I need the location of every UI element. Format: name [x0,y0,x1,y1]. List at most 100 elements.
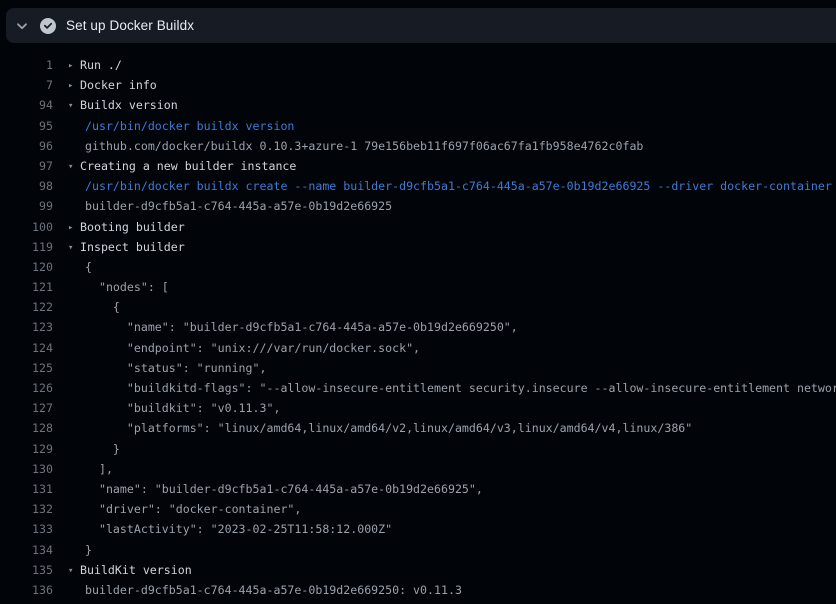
line-number[interactable]: 129 [0,439,53,459]
log-output-line: "lastActivity": "2023-02-25T11:58:12.000… [85,519,392,539]
log-output-line: "status": "running", [85,358,266,378]
log-command-line: /usr/bin/docker buildx version [85,116,294,136]
line-number[interactable]: 119 [0,237,53,257]
group-title: Docker info [80,78,157,92]
group-header-collapsed[interactable]: ▸Docker info [68,75,157,96]
line-number[interactable]: 120 [0,257,53,277]
log-output-line: builder-d9cfb5a1-c764-445a-a57e-0b19d2e6… [85,580,462,600]
log-row[interactable]: 7 ▸Docker info [0,75,836,95]
group-title: Creating a new builder instance [80,159,296,173]
log-output-line: { [85,257,92,277]
log-row: 128 "platforms": "linux/amd64,linux/amd6… [0,418,836,438]
log-output-line: "endpoint": "unix:///var/run/docker.sock… [85,338,420,358]
log-row[interactable]: 100 ▸Booting builder [0,217,836,237]
log-output-line: "buildkit": "v0.11.3", [85,398,280,418]
line-number[interactable]: 122 [0,297,53,317]
log-output-line: "name": "builder-d9cfb5a1-c764-445a-a57e… [85,479,483,499]
group-title: Run ./ [80,58,122,72]
group-header-expanded[interactable]: ▾BuildKit version [68,560,192,581]
group-title: Inspect builder [80,240,185,254]
log-row: 134} [0,540,836,560]
log-row[interactable]: 1 ▸Run ./ [0,55,836,75]
step-header[interactable]: Set up Docker Buildx [6,8,836,43]
group-header-expanded[interactable]: ▾Creating a new builder instance [68,156,296,177]
check-circle-icon [40,18,56,34]
line-number[interactable]: 136 [0,580,53,600]
group-header-expanded[interactable]: ▾Buildx version [68,95,178,116]
log-output-line: github.com/docker/buildx 0.10.3+azure-1 … [85,136,643,156]
log-row: 126 "buildkitd-flags": "--allow-insecure… [0,378,836,398]
log-output-line: "name": "builder-d9cfb5a1-c764-445a-a57e… [85,317,518,337]
log-row: 96 github.com/docker/buildx 0.10.3+azure-… [0,136,836,156]
line-number[interactable]: 131 [0,479,53,499]
line-number[interactable]: 124 [0,338,53,358]
line-number[interactable]: 123 [0,317,53,337]
line-number[interactable]: 7 [0,75,53,95]
log-row: 121 "nodes": [ [0,277,836,297]
group-title: Buildx version [80,98,178,112]
line-number[interactable]: 135 [0,560,53,580]
log-row[interactable]: 119 ▾Inspect builder [0,237,836,257]
group-title: Booting builder [80,220,185,234]
log-output-line: ], [85,459,113,479]
log-row: 129 } [0,439,836,459]
line-number[interactable]: 134 [0,540,53,560]
line-number[interactable]: 1 [0,55,53,75]
log-row: 125 "status": "running", [0,358,836,378]
log-output-line: "platforms": "linux/amd64,linux/amd64/v2… [85,418,692,438]
line-number[interactable]: 98 [0,176,53,196]
line-number[interactable]: 126 [0,378,53,398]
line-number[interactable]: 121 [0,277,53,297]
actions-log-viewer: Set up Docker Buildx 1▸Run ./7▸Docker in… [0,0,836,604]
line-number[interactable]: 99 [0,196,53,216]
log-output-line: "driver": "docker-container", [85,499,301,519]
log-row: 127 "buildkit": "v0.11.3", [0,398,836,418]
log-row: 95/usr/bin/docker buildx version [0,116,836,136]
log-row: 132 "driver": "docker-container", [0,499,836,519]
line-number[interactable]: 96 [0,136,53,156]
log-output-line: "nodes": [ [85,277,169,297]
log-row: 99 builder-d9cfb5a1-c764-445a-a57e-0b19d2… [0,196,836,216]
log-row[interactable]: 94 ▾Buildx version [0,95,836,115]
line-number[interactable]: 100 [0,217,53,237]
group-header-collapsed[interactable]: ▸Booting builder [68,217,185,238]
group-title: BuildKit version [80,563,192,577]
log-output-line: builder-d9cfb5a1-c764-445a-a57e-0b19d2e6… [85,196,392,216]
log-row: 98/usr/bin/docker buildx create --name b… [0,176,836,196]
log-output-line: } [85,439,120,459]
line-number[interactable]: 133 [0,519,53,539]
log-row: 133 "lastActivity": "2023-02-25T11:58:12… [0,519,836,539]
log-row[interactable]: 135 ▾BuildKit version [0,560,836,580]
log-output-line: { [85,297,120,317]
log-row: 136 builder-d9cfb5a1-c764-445a-a57e-0b19d… [0,580,836,600]
triangle-down-icon[interactable]: ▾ [68,96,80,116]
group-header-collapsed[interactable]: ▸Run ./ [68,55,122,76]
log-row: 123 "name": "builder-d9cfb5a1-c764-445a-… [0,317,836,337]
log-row: 130 ], [0,459,836,479]
log-row: 124 "endpoint": "unix:///var/run/docker.… [0,338,836,358]
triangle-right-icon[interactable]: ▸ [68,218,80,238]
line-number[interactable]: 95 [0,116,53,136]
line-number[interactable]: 97 [0,156,53,176]
line-number[interactable]: 128 [0,418,53,438]
triangle-right-icon[interactable]: ▸ [68,76,80,96]
triangle-down-icon[interactable]: ▾ [68,238,80,258]
log-lines: 1▸Run ./7▸Docker info94▾Buildx version95… [0,43,836,604]
step-title: Set up Docker Buildx [66,18,194,33]
line-number[interactable]: 125 [0,358,53,378]
log-row: 122 { [0,297,836,317]
log-row: 120 { [0,257,836,277]
line-number[interactable]: 127 [0,398,53,418]
log-output-line: "buildkitd-flags": "--allow-insecure-ent… [85,378,836,398]
log-row: 131 "name": "builder-d9cfb5a1-c764-445a-… [0,479,836,499]
line-number[interactable]: 132 [0,499,53,519]
log-output-line: } [85,540,92,560]
log-row[interactable]: 97 ▾Creating a new builder instance [0,156,836,176]
chevron-down-icon[interactable] [14,18,30,34]
triangle-down-icon[interactable]: ▾ [68,561,80,581]
triangle-right-icon[interactable]: ▸ [68,56,80,76]
triangle-down-icon[interactable]: ▾ [68,157,80,177]
line-number[interactable]: 130 [0,459,53,479]
line-number[interactable]: 94 [0,95,53,115]
group-header-expanded[interactable]: ▾Inspect builder [68,237,185,258]
